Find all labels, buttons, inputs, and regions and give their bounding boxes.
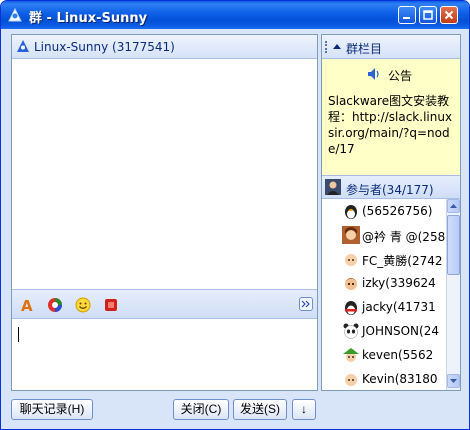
list-item[interactable]: (56526756) [322,199,446,223]
text-caret [18,327,19,342]
font-icon[interactable]: A [18,296,36,314]
title-bar[interactable]: 群 - Linux-Sunny [1,1,469,29]
color-icon[interactable] [46,296,64,314]
maximize-button[interactable] [419,6,437,24]
qq-group-icon [17,40,29,52]
penguin-red-avatar [345,301,357,315]
window-title: 群 - Linux-Sunny [29,11,148,26]
announcement-text: Slackware图文安装教程：http://slack.linuxsir.or… [328,94,453,156]
group-chat-window: 群 - Linux-Sunny Linux-Sunny (3177541) A [0,0,470,430]
panda-avatar [343,323,359,339]
list-item[interactable]: @衿 青 @(2580 [322,223,446,247]
member-name: jacky(41731 [362,300,436,314]
scroll-up-button[interactable] [447,199,460,213]
member-name: @衿 青 @(2580 [362,230,446,244]
cartoon-avatar [345,278,357,290]
collapse-arrow-icon[interactable] [333,44,341,49]
list-item[interactable]: izky(339624 [322,271,446,295]
girl-avatar [342,226,360,244]
chat-history-button[interactable]: 聊天记录(H) [11,399,93,420]
member-list-scrollbar[interactable] [446,199,460,390]
announcement-box: 公告 Slackware图文安装教程：http://slack.linuxsir… [322,59,460,175]
send-options-button[interactable]: ↓ [292,399,316,420]
list-item[interactable]: FC_黄勝(2742 [322,247,446,271]
minimize-button[interactable] [398,6,416,24]
chat-header: Linux-Sunny (3177541) [12,35,317,59]
drag-grip-icon [325,41,327,53]
group-side-panel: 群栏目 公告 Slackware图文安装教程：http://slack.linu… [321,34,461,391]
member-name: FC_黄勝(2742 [362,254,443,268]
member-name: JOHNSON(24 [362,324,439,338]
close-window-button[interactable] [440,6,458,24]
group-column-title: 群栏目 [346,42,383,56]
member-name: izky(339624 [362,276,436,290]
announcement-title: 公告 [388,69,413,83]
boy-avatar [345,254,357,266]
more-icon[interactable] [299,297,313,311]
member-name: (56526756) [362,204,433,218]
members-avatar-icon [325,179,341,195]
penguin-avatar [345,205,357,219]
list-item[interactable]: keven(5562 [322,343,446,367]
svg-text:A: A [21,297,33,314]
message-input[interactable] [12,320,317,390]
member-list[interactable]: (56526756) @衿 青 @(2580 FC_黄勝(2742 izky(3… [322,199,446,390]
green-hat-avatar [343,348,359,362]
chat-panel: Linux-Sunny (3177541) A [11,34,318,391]
list-item[interactable]: Kevin(83180 [322,367,446,390]
members-count: 参与者(34/177) [346,183,434,197]
members-header[interactable]: 参与者(34/177) [322,175,460,199]
screenshot-icon[interactable] [102,296,120,314]
list-item[interactable]: jacky(41731 [322,295,446,319]
scroll-thumb[interactable] [447,215,460,275]
input-toolbar: A [12,289,317,319]
boy-avatar [345,374,357,386]
message-history-area[interactable] [12,59,317,289]
qq-group-icon [8,7,22,22]
speaker-icon [368,68,379,80]
scroll-down-button[interactable] [447,374,460,388]
member-name: Kevin(83180 [362,372,438,386]
send-button[interactable]: 发送(S) [233,399,287,420]
member-name: keven(5562 [362,348,434,362]
chat-title: Linux-Sunny (3177541) [34,40,175,54]
close-button[interactable]: 关闭(C) [173,399,229,420]
list-item[interactable]: JOHNSON(24 [322,319,446,343]
group-column-header[interactable]: 群栏目 [322,35,460,59]
emoji-icon[interactable] [74,296,92,314]
